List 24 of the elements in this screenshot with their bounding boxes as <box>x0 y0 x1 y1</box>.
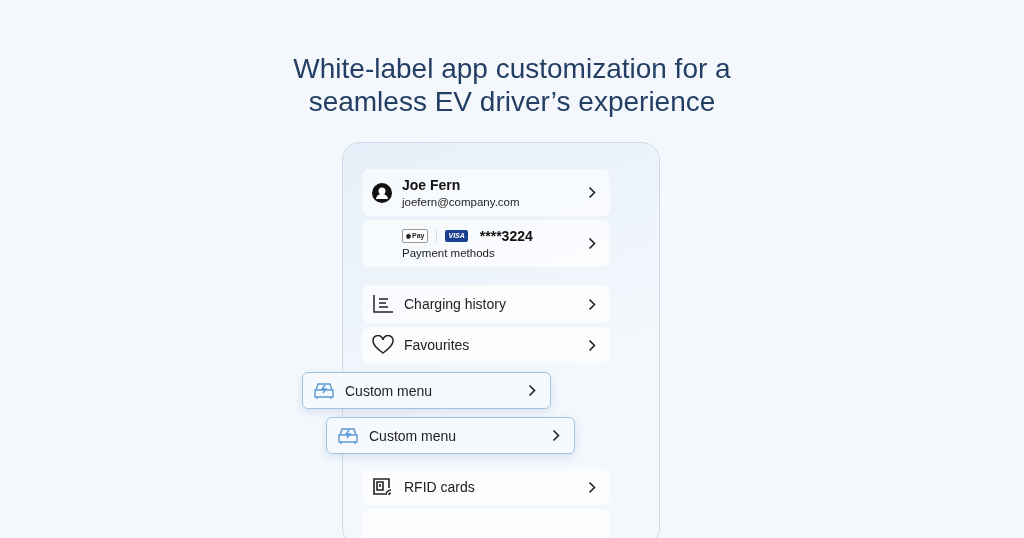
list-chart-icon <box>372 294 394 314</box>
user-avatar-icon <box>372 182 392 203</box>
custom-menu-item[interactable]: Custom menu <box>302 372 551 409</box>
menu-item[interactable]: Favourites <box>362 327 610 363</box>
chevron-right-icon <box>552 429 560 442</box>
rfid-card-icon <box>372 477 394 497</box>
chevron-right-icon <box>588 237 596 250</box>
profile-row[interactable]: Joe Fern joefern@company.com <box>362 169 610 216</box>
chevron-right-icon <box>588 338 596 352</box>
card-number: ****3224 <box>479 228 533 244</box>
user-email: joefern@company.com <box>402 196 521 208</box>
menu-item[interactable]: Charging history <box>362 285 610 323</box>
chevron-right-icon <box>588 480 596 494</box>
page-heading: White-label app customization for a seamless EV driver’s experience <box>292 52 732 118</box>
car-bolt-icon <box>313 380 335 401</box>
car-bolt-icon <box>337 425 359 446</box>
payment-label: Payment methods <box>402 247 496 259</box>
chevron-right-icon <box>528 384 536 397</box>
chevron-right-icon <box>588 297 596 311</box>
menu-item[interactable]: RFID cards <box>362 469 610 505</box>
custom-menu-item[interactable]: Custom menu <box>326 417 575 454</box>
heart-icon <box>372 335 394 355</box>
user-name: Joe Fern <box>402 177 462 193</box>
chevron-right-icon <box>588 186 596 199</box>
